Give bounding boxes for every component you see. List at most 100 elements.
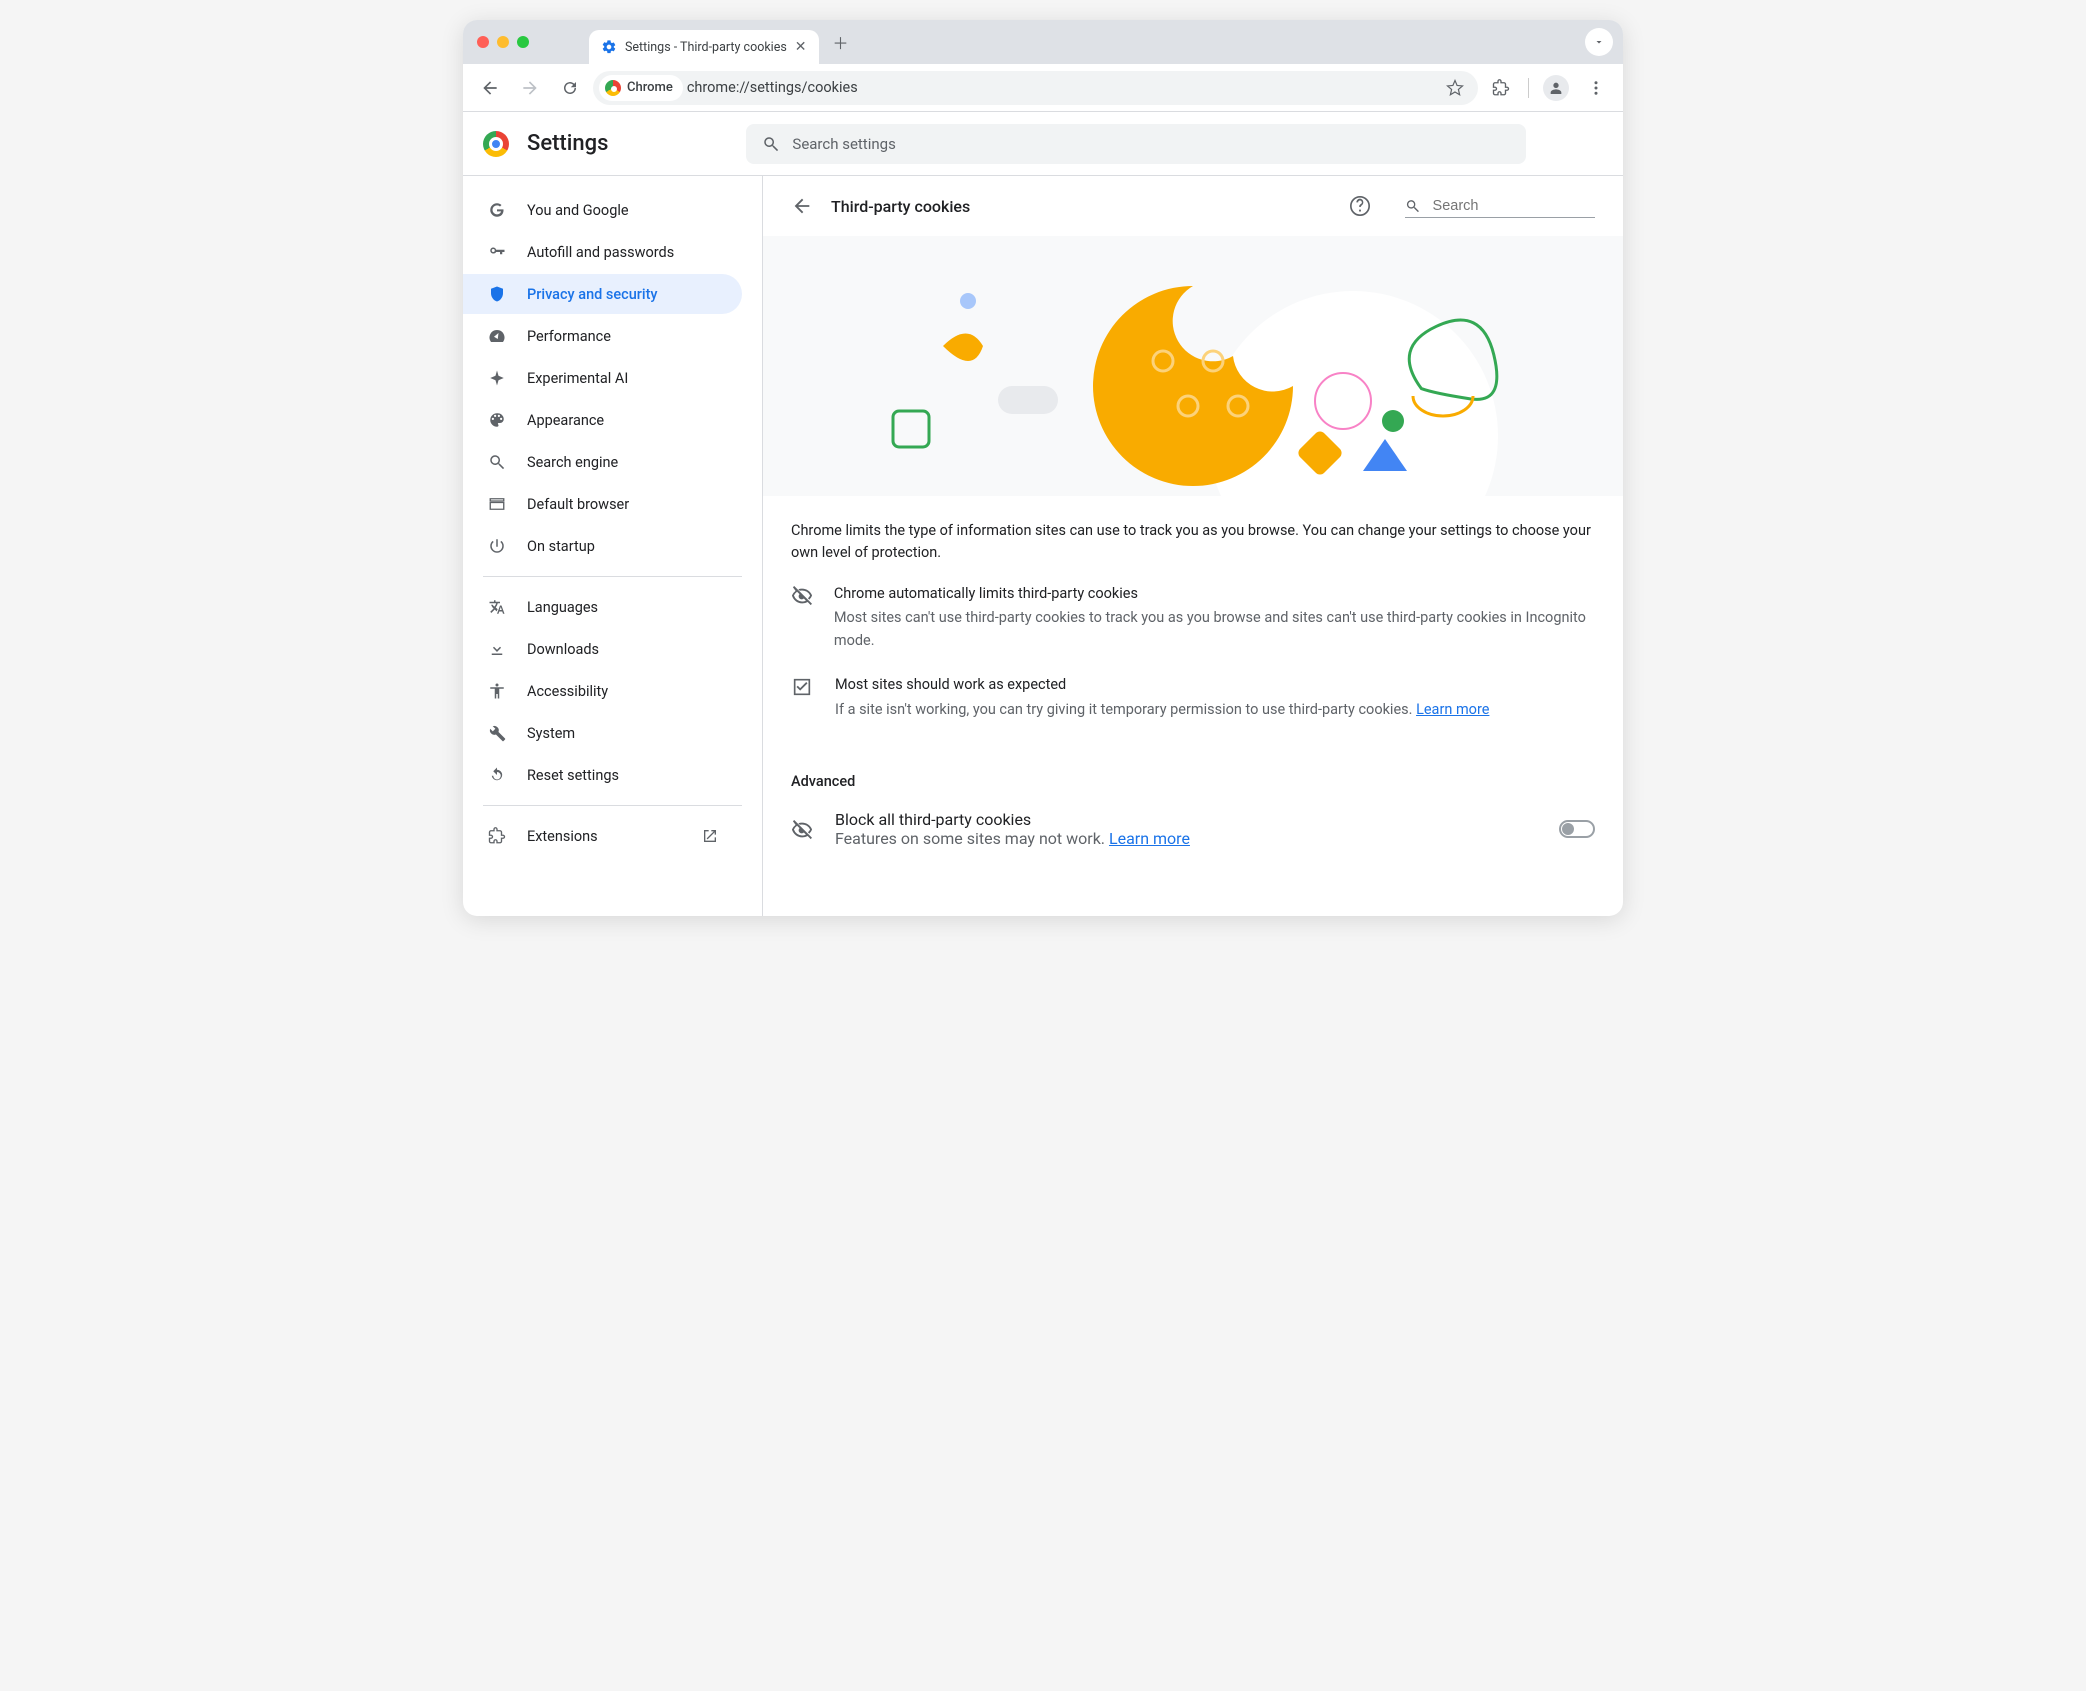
search-icon (1405, 197, 1421, 215)
site-identity-label: Chrome (627, 80, 673, 95)
key-icon (487, 243, 507, 261)
sidebar-item-performance[interactable]: Performance (463, 316, 742, 356)
profile-button[interactable] (1539, 71, 1573, 105)
sidebar-item-label: Languages (527, 599, 598, 616)
sidebar-item-search-engine[interactable]: Search engine (463, 442, 742, 482)
toggle-desc: Features on some sites may not work. Lea… (835, 829, 1541, 848)
info-desc: If a site isn't working, you can try giv… (835, 699, 1489, 721)
browser-window: Settings - Third-party cookies ✕ ＋ Chrom… (463, 20, 1623, 916)
page-search[interactable] (1405, 195, 1595, 218)
info-desc: Most sites can't use third-party cookies… (834, 607, 1595, 652)
sidebar-item-you-and-google[interactable]: You and Google (463, 190, 742, 230)
search-icon (762, 135, 780, 153)
eye-off-icon (791, 817, 817, 841)
settings-header: Settings Search settings (463, 112, 1623, 176)
info-title: Chrome automatically limits third-party … (834, 583, 1595, 605)
puzzle-icon (1492, 79, 1510, 97)
palette-icon (487, 411, 507, 429)
external-link-icon (702, 828, 718, 844)
wrench-icon (487, 724, 507, 742)
close-tab-icon[interactable]: ✕ (795, 39, 807, 55)
extensions-button[interactable] (1484, 71, 1518, 105)
app-title: Settings (527, 131, 608, 156)
help-icon (1349, 195, 1371, 217)
sidebar-item-label: Downloads (527, 641, 599, 658)
page-search-input[interactable] (1431, 197, 1595, 215)
translate-icon (487, 598, 507, 616)
window-controls (477, 36, 529, 48)
sidebar-item-label: Reset settings (527, 767, 619, 784)
address-bar[interactable]: Chrome chrome://settings/cookies (593, 71, 1478, 105)
sidebar-item-on-startup[interactable]: On startup (463, 526, 742, 566)
search-settings-placeholder: Search settings (792, 135, 895, 153)
chrome-icon (605, 80, 621, 96)
power-icon (487, 537, 507, 555)
minimize-window-button[interactable] (497, 36, 509, 48)
close-window-button[interactable] (477, 36, 489, 48)
nav-forward-button[interactable] (513, 71, 547, 105)
sidebar-item-label: Autofill and passwords (527, 244, 674, 261)
sidebar-item-downloads[interactable]: Downloads (463, 629, 742, 669)
bookmark-button[interactable] (1438, 79, 1472, 97)
block-all-toggle[interactable] (1559, 820, 1595, 838)
chevron-down-icon (1593, 36, 1605, 48)
search-icon (487, 453, 507, 471)
search-settings-input[interactable]: Search settings (746, 124, 1526, 164)
sidebar-item-default-browser[interactable]: Default browser (463, 484, 742, 524)
browser-toolbar: Chrome chrome://settings/cookies (463, 64, 1623, 112)
arrow-right-icon (520, 78, 540, 98)
url-text: chrome://settings/cookies (687, 79, 1434, 96)
arrow-left-icon (480, 78, 500, 98)
sidebar-item-label: Default browser (527, 496, 629, 513)
page-back-button[interactable] (791, 195, 813, 217)
sparkle-icon (487, 369, 507, 387)
sidebar-item-label: Extensions (527, 828, 598, 845)
sidebar-item-extensions[interactable]: Extensions (463, 816, 742, 856)
site-identity-chip[interactable]: Chrome (599, 75, 683, 101)
nav-back-button[interactable] (473, 71, 507, 105)
accessibility-icon (487, 682, 507, 700)
kebab-icon (1587, 79, 1605, 97)
browser-window-icon (487, 495, 507, 513)
advanced-heading: Advanced (763, 753, 1623, 796)
sidebar-item-system[interactable]: System (463, 713, 742, 753)
hero-illustration (763, 236, 1623, 496)
sidebar-item-languages[interactable]: Languages (463, 587, 742, 627)
info-row-limits: Chrome automatically limits third-party … (791, 569, 1595, 660)
info-title: Most sites should work as expected (835, 674, 1489, 696)
sidebar-item-label: Appearance (527, 412, 604, 429)
gear-icon (601, 39, 617, 55)
browser-tab[interactable]: Settings - Third-party cookies ✕ (589, 30, 819, 64)
sidebar-item-appearance[interactable]: Appearance (463, 400, 742, 440)
learn-more-link[interactable]: Learn more (1416, 701, 1489, 718)
learn-more-link[interactable]: Learn more (1109, 829, 1190, 848)
cookies-illustration (763, 236, 1623, 496)
page-title: Third-party cookies (831, 197, 1331, 216)
sidebar-item-experimental-ai[interactable]: Experimental AI (463, 358, 742, 398)
tab-overflow-button[interactable] (1585, 28, 1613, 56)
eye-off-icon (791, 583, 816, 652)
shield-icon (487, 285, 507, 303)
sidebar-item-label: On startup (527, 538, 595, 555)
reload-icon (561, 79, 579, 97)
maximize-window-button[interactable] (517, 36, 529, 48)
speedometer-icon (487, 327, 507, 345)
browser-menu-button[interactable] (1579, 71, 1613, 105)
reset-icon (487, 766, 507, 784)
info-row-works: Most sites should work as expected If a … (791, 660, 1595, 729)
google-g-icon (487, 201, 507, 219)
new-tab-button[interactable]: ＋ (827, 28, 855, 56)
lead-text: Chrome limits the type of information si… (791, 520, 1595, 565)
puzzle-icon (487, 827, 507, 845)
reload-button[interactable] (553, 71, 587, 105)
sidebar-item-accessibility[interactable]: Accessibility (463, 671, 742, 711)
block-all-row: Block all third-party cookies Features o… (763, 796, 1623, 872)
arrow-left-icon (791, 195, 813, 217)
sidebar-item-autofill[interactable]: Autofill and passwords (463, 232, 742, 272)
toolbar-divider (1528, 78, 1529, 98)
profile-avatar (1543, 75, 1569, 101)
sidebar-item-label: Privacy and security (527, 286, 658, 303)
sidebar-item-reset[interactable]: Reset settings (463, 755, 742, 795)
sidebar-item-privacy-security[interactable]: Privacy and security (463, 274, 742, 314)
help-button[interactable] (1349, 195, 1371, 217)
